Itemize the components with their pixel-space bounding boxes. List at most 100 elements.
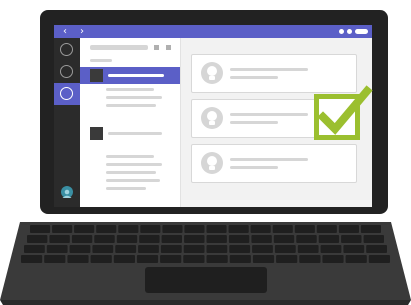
keyboard-key[interactable] — [294, 225, 315, 233]
keyboard-key[interactable] — [366, 245, 387, 253]
keyboard-key[interactable] — [113, 255, 135, 263]
keyboard-key[interactable] — [44, 255, 66, 263]
keyboard-key[interactable] — [299, 255, 321, 263]
keyboard-key[interactable] — [52, 225, 73, 233]
chevron-right-icon[interactable]: › — [76, 25, 88, 38]
keyboard-key[interactable] — [139, 235, 160, 243]
keyboard-key[interactable] — [228, 235, 250, 243]
avatar-icon[interactable] — [61, 186, 73, 198]
list-pane — [80, 38, 181, 207]
keyboard-key[interactable] — [184, 225, 205, 233]
keyboard-key[interactable] — [343, 245, 365, 253]
keyboard-key[interactable] — [69, 245, 91, 253]
filter-icon[interactable] — [154, 45, 159, 50]
circle-icon[interactable] — [60, 43, 73, 56]
keyboard-key[interactable] — [24, 245, 45, 253]
keyboard-key[interactable] — [206, 225, 227, 233]
keyboard-key[interactable] — [206, 235, 227, 243]
keyboard-key[interactable] — [67, 255, 89, 263]
keyboard-key[interactable] — [274, 245, 296, 253]
keyboard-key[interactable] — [90, 255, 112, 263]
list-item-line — [106, 155, 154, 158]
list-item-line — [106, 163, 162, 166]
keyboard-key[interactable] — [140, 225, 161, 233]
laptop-bezel-top — [44, 14, 384, 22]
keyboard-key[interactable] — [296, 235, 317, 243]
keyboard-key[interactable] — [320, 245, 342, 253]
keyboard-key[interactable] — [272, 225, 293, 233]
keyboard-key[interactable] — [341, 235, 362, 243]
keyboard-key[interactable] — [27, 235, 48, 243]
keyboard-key[interactable] — [206, 255, 228, 263]
keyboard-key[interactable] — [92, 245, 114, 253]
card[interactable] — [191, 144, 357, 183]
list-item[interactable] — [80, 114, 180, 152]
keyboard-key[interactable] — [252, 255, 275, 263]
keyboard-key[interactable] — [206, 245, 228, 253]
keyboard-key[interactable] — [161, 235, 182, 243]
card-subtitle-line — [230, 166, 278, 169]
keyboard-key[interactable] — [368, 255, 390, 263]
keyboard-key[interactable] — [228, 225, 249, 233]
keyboard-key[interactable] — [138, 245, 159, 253]
window-control-maximize[interactable] — [347, 29, 352, 34]
keyboard-key[interactable] — [250, 225, 271, 233]
keyboard-key[interactable] — [136, 255, 159, 263]
list-item-selected[interactable] — [80, 67, 180, 84]
keyboard-key[interactable] — [46, 245, 68, 253]
keyboard-key[interactable] — [251, 235, 272, 243]
list-item-title — [108, 132, 162, 135]
app-rail — [54, 38, 80, 207]
card-subtitle-line — [230, 121, 278, 124]
window-control-minimize[interactable] — [339, 29, 344, 34]
keyboard-key[interactable] — [96, 225, 117, 233]
keyboard-key[interactable] — [71, 235, 93, 243]
keyboard-key[interactable] — [316, 225, 337, 233]
trackpad[interactable] — [145, 267, 267, 293]
search-bar[interactable] — [90, 45, 148, 50]
keyboard-key[interactable] — [183, 255, 205, 263]
list-item-title — [108, 74, 164, 77]
keyboard-key[interactable] — [118, 225, 139, 233]
keyboard-key[interactable] — [116, 235, 138, 243]
laptop-base — [0, 222, 411, 305]
keyboard-key[interactable] — [162, 225, 183, 233]
checkmark-icon — [317, 85, 373, 135]
compose-icon[interactable] — [166, 45, 171, 50]
keyboard-key[interactable] — [74, 225, 95, 233]
keyboard-key[interactable] — [49, 235, 70, 243]
keyboard-key[interactable] — [229, 255, 251, 263]
chevron-left-icon[interactable]: ‹ — [59, 25, 71, 38]
keyboard-key[interactable] — [360, 225, 381, 233]
keyboard-key[interactable] — [184, 235, 205, 243]
keyboard-key[interactable] — [318, 235, 340, 243]
window-control-close[interactable] — [355, 29, 368, 34]
keyboard-key[interactable] — [345, 255, 367, 263]
lightbulb-icon — [201, 152, 223, 174]
card-title-line — [230, 68, 308, 71]
circle-icon[interactable] — [60, 65, 73, 78]
keyboard-key[interactable] — [160, 255, 182, 263]
keyboard-key[interactable] — [273, 235, 295, 243]
keyboard-key[interactable] — [21, 255, 43, 263]
keyboard-key[interactable] — [322, 255, 344, 263]
list-item-line — [106, 179, 160, 182]
keyboard-key[interactable] — [252, 245, 273, 253]
keyboard-key[interactable] — [229, 245, 251, 253]
keyboard-key[interactable] — [160, 245, 182, 253]
circle-icon — [60, 87, 73, 100]
keyboard-key[interactable] — [276, 255, 298, 263]
keyboard-key[interactable] — [363, 235, 384, 243]
lightbulb-glass — [207, 66, 217, 76]
keyboard-key[interactable] — [30, 225, 51, 233]
avatar-icon-glyph — [62, 189, 72, 198]
keyboard-key[interactable] — [94, 235, 115, 243]
keyboard-key[interactable] — [183, 245, 205, 253]
lightbulb-base — [209, 76, 215, 80]
keyboard-key[interactable] — [115, 245, 137, 253]
lightbulb-base — [209, 166, 215, 170]
keyboard-key[interactable] — [338, 225, 359, 233]
lightbulb-icon — [201, 62, 223, 84]
keyboard-key[interactable] — [297, 245, 319, 253]
rail-item-active[interactable] — [54, 83, 80, 105]
